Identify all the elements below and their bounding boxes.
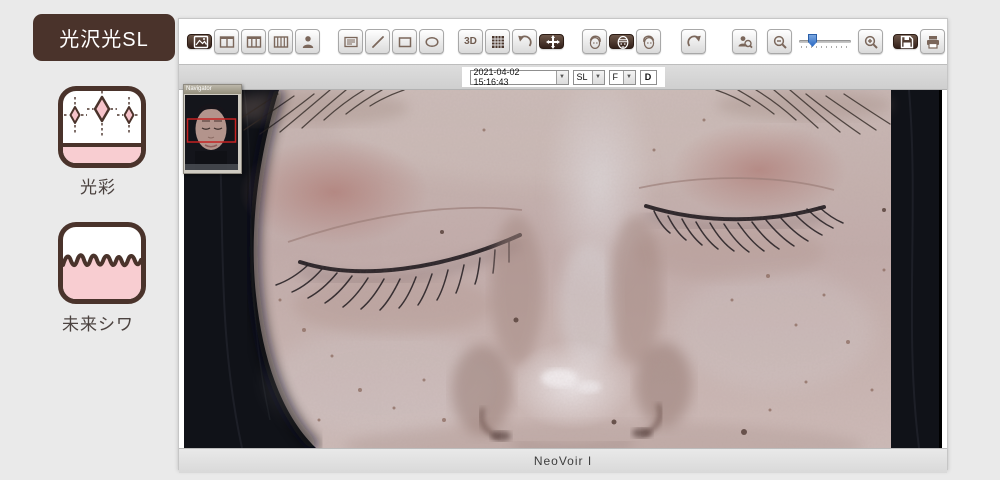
navigator-thumbnail[interactable]: [185, 95, 238, 170]
main-panel: 3D 2021-04-02 15:16:43 ▼ SL ▼ F ▼ D Navi…: [178, 18, 948, 473]
sidebar-item-gloss-label: 光彩: [80, 178, 116, 197]
datetime-select[interactable]: 2021-04-02 15:16:43 ▼: [469, 67, 569, 87]
split-4-view-button[interactable]: [268, 29, 293, 54]
d-button[interactable]: D: [639, 69, 657, 85]
ellipse-icon: [424, 36, 439, 47]
datetime-value: 2021-04-02 15:16:43: [473, 67, 520, 87]
zoom-in-button[interactable]: [858, 29, 883, 54]
chevron-down-icon: ▼: [622, 70, 635, 84]
sub-mode-value: F: [612, 72, 619, 82]
image-icon: [193, 35, 209, 48]
navigator-title: Navigator: [184, 85, 241, 94]
future-wrinkle-wave-icon: [63, 253, 141, 299]
save-floppy-icon: [900, 35, 914, 48]
gloss-diamonds-icon: [64, 91, 140, 136]
grid-icon: [491, 35, 504, 48]
split-4-icon: [273, 35, 288, 48]
brand-label: NeoVoir I: [533, 454, 593, 468]
ellipse-tool-button[interactable]: [419, 29, 444, 54]
redo-arrow-icon: [686, 35, 701, 47]
printer-icon: [926, 35, 939, 49]
person-icon: [302, 35, 313, 48]
single-image-view-button[interactable]: [187, 34, 212, 49]
undo-button[interactable]: [512, 29, 537, 54]
footer-bar: NeoVoir I: [179, 448, 947, 473]
rectangle-tool-button[interactable]: [392, 29, 417, 54]
control-bar: 2021-04-02 15:16:43 ▼ SL ▼ F ▼ D: [179, 65, 947, 90]
navigator-face-thumb: [185, 95, 238, 170]
save-button[interactable]: [893, 34, 918, 49]
zoom-out-button[interactable]: [767, 29, 792, 54]
zoom-slider-track: [799, 40, 851, 43]
text-box-icon: [343, 36, 358, 47]
mode-select[interactable]: SL ▼: [572, 69, 605, 85]
zoom-slider[interactable]: [797, 29, 853, 54]
toolbar: 3D: [179, 19, 947, 65]
face-photo: [184, 90, 939, 448]
zoom-out-icon: [773, 35, 787, 49]
patient-button[interactable]: [295, 29, 320, 54]
face-front-icon: [589, 35, 601, 49]
print-button[interactable]: [920, 29, 945, 54]
sidebar-item-future-wrinkle[interactable]: [58, 222, 146, 304]
chevron-down-icon: ▼: [555, 70, 568, 84]
sub-mode-select[interactable]: F ▼: [608, 69, 636, 85]
sidebar-item-gloss[interactable]: [58, 86, 146, 168]
grid-view-button[interactable]: [485, 29, 510, 54]
face-side-icon: [642, 35, 654, 49]
3d-label: 3D: [464, 36, 477, 47]
gloss-icon-base: [63, 143, 141, 163]
face-zone-map-button[interactable]: [609, 34, 634, 49]
undo-arrow-icon: [517, 35, 532, 47]
mode-value: SL: [576, 72, 588, 82]
app: 光沢光SL 光彩 未来シワ 3D 2021-04-02 15:16:43 ▼ S…: [0, 0, 1000, 480]
mode-badge-label: 光沢光SL: [59, 29, 149, 51]
zoom-slider-ticks: [801, 46, 849, 48]
redo-button[interactable]: [681, 29, 706, 54]
mode-badge: 光沢光SL: [33, 14, 175, 61]
move-arrows-icon: [546, 34, 560, 49]
line-tool-button[interactable]: [365, 29, 390, 54]
chevron-down-icon: ▼: [591, 70, 604, 84]
zoom-in-icon: [864, 35, 878, 49]
split-3-view-button[interactable]: [241, 29, 266, 54]
person-search-icon: [738, 35, 753, 48]
sidebar-item-future-wrinkle-label: 未来シワ: [62, 315, 134, 334]
control-box: 2021-04-02 15:16:43 ▼ SL ▼ F ▼ D: [461, 67, 665, 87]
image-stage[interactable]: Navigator: [183, 84, 942, 448]
split-2-icon: [219, 35, 234, 48]
face-side-map-button[interactable]: [636, 29, 661, 54]
face-zone-icon: [617, 35, 629, 49]
face-front-map-button[interactable]: [582, 29, 607, 54]
split-3-icon: [246, 35, 261, 48]
text-annotation-button[interactable]: [338, 29, 363, 54]
3d-view-button[interactable]: 3D: [458, 29, 483, 54]
line-icon: [371, 35, 384, 48]
pan-tool-button[interactable]: [539, 34, 564, 49]
patient-search-button[interactable]: [732, 29, 757, 54]
split-2-view-button[interactable]: [214, 29, 239, 54]
navigator[interactable]: Navigator: [183, 84, 242, 174]
rectangle-icon: [398, 36, 411, 47]
